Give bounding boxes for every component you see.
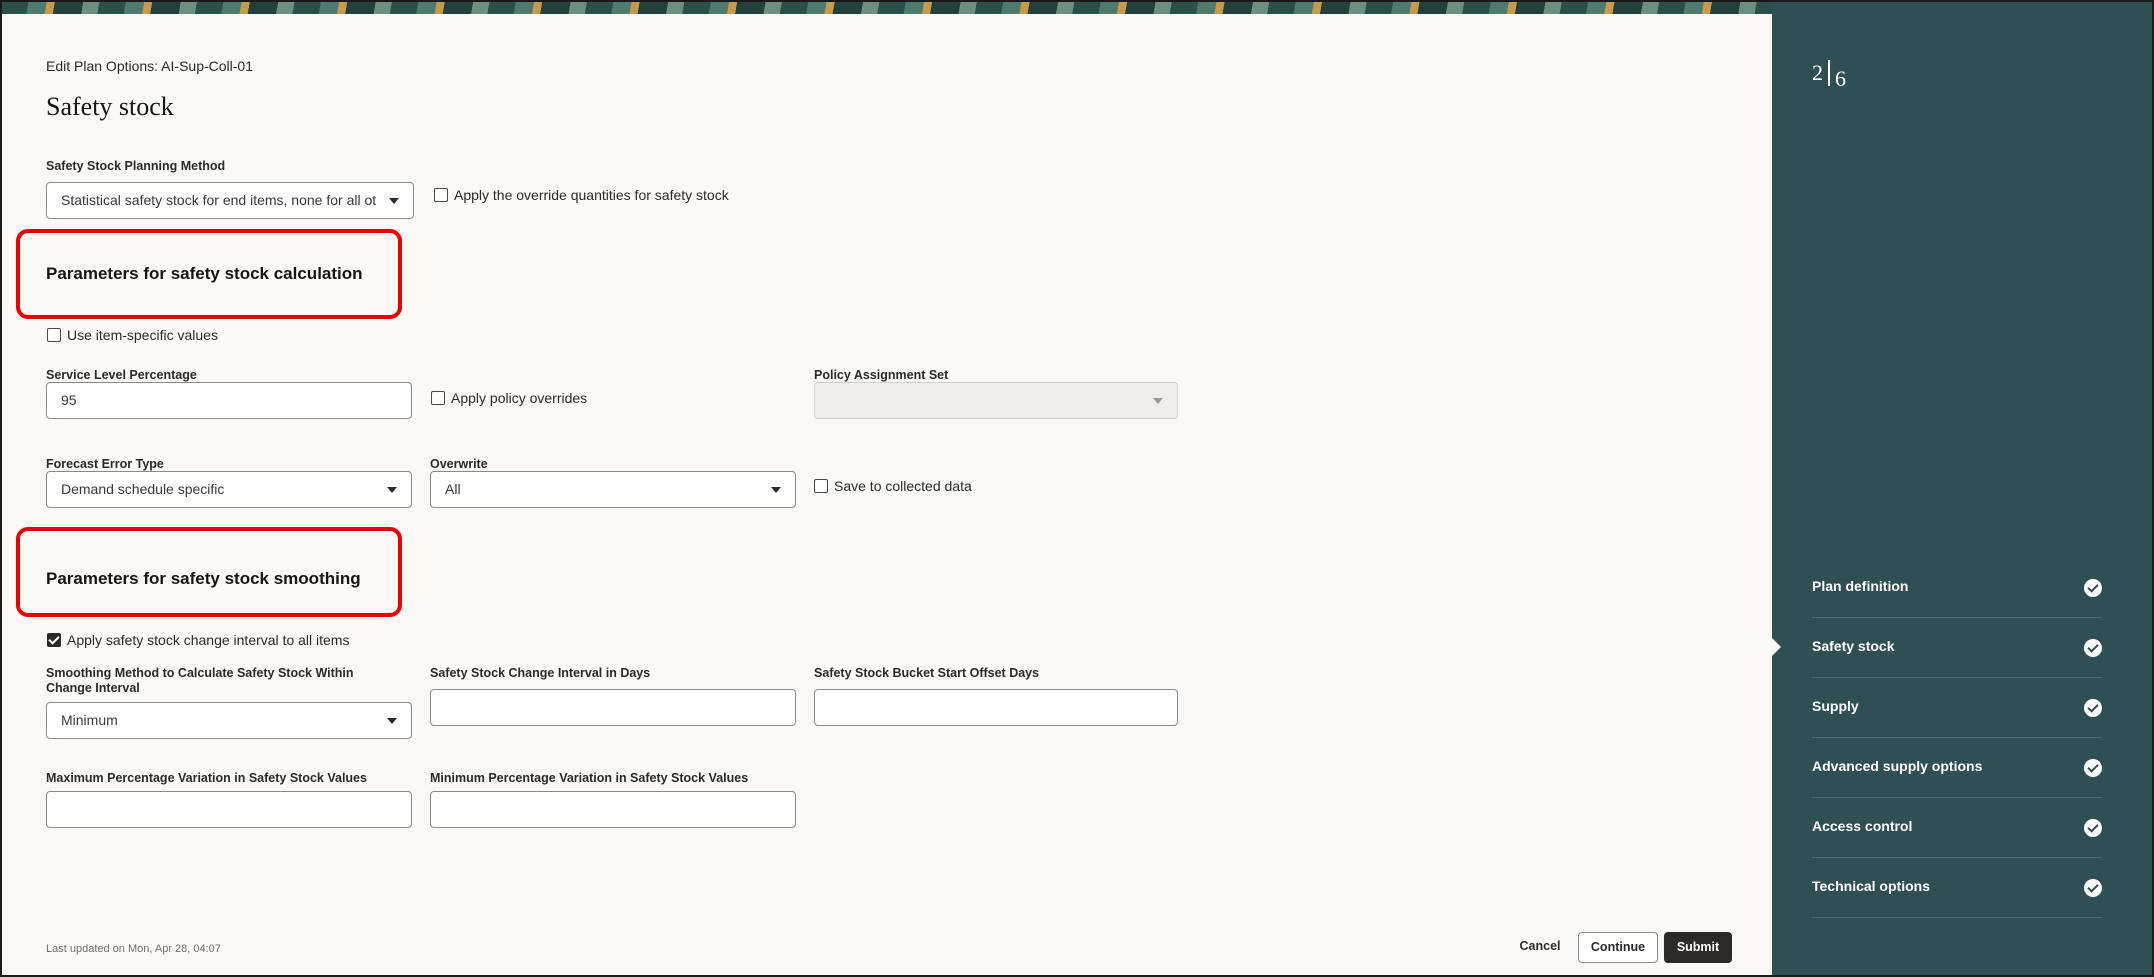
min-variation-input[interactable] (430, 791, 796, 828)
check-circle-icon (2084, 819, 2102, 837)
smoothing-section-title: Parameters for safety stock smoothing (46, 569, 361, 588)
train-step-supply[interactable]: Supply (1812, 677, 2102, 738)
change-interval-label: Safety Stock Change Interval in Days (430, 666, 651, 680)
smoothing-method-value: Minimum (61, 712, 118, 728)
train-step-technical-options[interactable]: Technical options (1812, 857, 2102, 918)
check-circle-icon (2084, 759, 2102, 777)
train-step-label: Access control (1812, 818, 1913, 834)
check-circle-icon (2084, 699, 2102, 717)
policy-overrides-checkbox[interactable] (431, 391, 445, 405)
smoothing-method-select[interactable]: Minimum (46, 702, 412, 739)
current-step-marker (1772, 638, 1781, 656)
change-interval-input[interactable] (430, 689, 796, 726)
item-specific-checkbox[interactable] (47, 328, 61, 342)
step-counter: 26 (1812, 60, 1846, 91)
chevron-down-icon (387, 487, 397, 493)
override-quantities-label: Apply the override quantities for safety… (454, 187, 729, 203)
train-step-label: Plan definition (1812, 578, 1909, 594)
train-step-access-control[interactable]: Access control (1812, 797, 2102, 858)
overwrite-value: All (445, 481, 461, 497)
chevron-down-icon (389, 198, 399, 204)
submit-button[interactable]: Submit (1664, 932, 1732, 963)
save-collected-checkbox[interactable] (814, 479, 828, 493)
policy-assignment-select[interactable] (814, 382, 1178, 419)
train-step-safety-stock[interactable]: Safety stock (1812, 617, 2102, 678)
planning-method-value: Statistical safety stock for end items, … (61, 192, 377, 208)
service-level-value: 95 (61, 392, 77, 408)
step-current: 2 (1812, 60, 1823, 85)
bucket-offset-input[interactable] (814, 689, 1178, 726)
chevron-down-icon (771, 487, 781, 493)
train-step-advanced-supply-options[interactable]: Advanced supply options (1812, 737, 2102, 798)
decorative-banner (2, 2, 1772, 14)
continue-button[interactable]: Continue (1578, 932, 1658, 963)
overwrite-select[interactable]: All (430, 471, 796, 508)
step-divider (1828, 60, 1830, 86)
max-variation-label: Maximum Percentage Variation in Safety S… (46, 771, 367, 785)
cancel-button[interactable]: Cancel (1512, 932, 1568, 963)
max-variation-input[interactable] (46, 791, 412, 828)
planning-method-select[interactable]: Statistical safety stock for end items, … (46, 182, 414, 219)
calculation-section-title: Parameters for safety stock calculation (46, 264, 363, 283)
check-circle-icon (2084, 579, 2102, 597)
chevron-down-icon (1153, 398, 1163, 404)
page-title: Safety stock (46, 92, 174, 121)
train-step-plan-definition[interactable]: Plan definition (1812, 557, 2102, 618)
train-step-label: Technical options (1812, 878, 1930, 894)
forecast-error-select[interactable]: Demand schedule specific (46, 471, 412, 508)
override-quantities-checkbox[interactable] (434, 188, 448, 202)
app-frame: Edit Plan Options: AI-Sup-Coll-01 Safety… (0, 0, 2154, 977)
train-step-label: Advanced supply options (1812, 758, 1983, 774)
forecast-error-value: Demand schedule specific (61, 481, 225, 497)
policy-overrides-label: Apply policy overrides (451, 390, 588, 406)
step-total: 6 (1835, 66, 1846, 91)
last-updated-text: Last updated on Mon, Apr 28, 04:07 (46, 943, 221, 955)
main-panel: Edit Plan Options: AI-Sup-Coll-01 Safety… (2, 14, 1772, 975)
check-circle-icon (2084, 879, 2102, 897)
bucket-offset-label: Safety Stock Bucket Start Offset Days (814, 666, 1040, 680)
service-level-input[interactable]: 95 (46, 382, 412, 419)
apply-interval-checkbox[interactable] (47, 633, 61, 647)
progress-sidebar: 26 Plan definition Safety stock Supply A… (1772, 2, 2152, 975)
train-step-label: Supply (1812, 698, 1859, 714)
apply-interval-label: Apply safety stock change interval to al… (67, 632, 350, 648)
save-collected-label: Save to collected data (834, 478, 972, 494)
item-specific-label: Use item-specific values (67, 327, 218, 343)
policy-assignment-label: Policy Assignment Set (814, 368, 949, 382)
min-variation-label: Minimum Percentage Variation in Safety S… (430, 771, 749, 785)
forecast-error-label: Forecast Error Type (46, 457, 164, 471)
chevron-down-icon (387, 718, 397, 724)
breadcrumb: Edit Plan Options: AI-Sup-Coll-01 (46, 58, 253, 74)
train-step-label: Safety stock (1812, 638, 1895, 654)
planning-method-label: Safety Stock Planning Method (46, 159, 226, 173)
overwrite-label: Overwrite (430, 457, 488, 471)
smoothing-method-label: Smoothing Method to Calculate Safety Sto… (46, 666, 354, 695)
service-level-label: Service Level Percentage (46, 368, 197, 382)
check-circle-icon (2084, 639, 2102, 657)
